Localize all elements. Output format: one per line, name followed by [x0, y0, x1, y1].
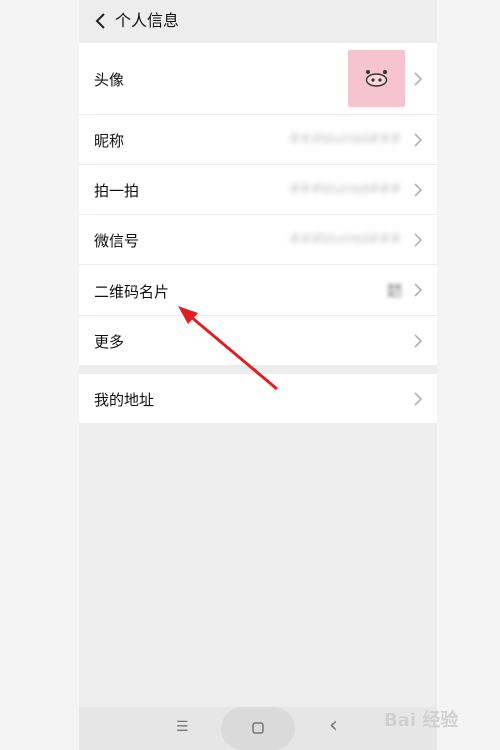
watermark: Bai 经验	[384, 710, 459, 731]
annotation-arrow	[178, 306, 278, 391]
